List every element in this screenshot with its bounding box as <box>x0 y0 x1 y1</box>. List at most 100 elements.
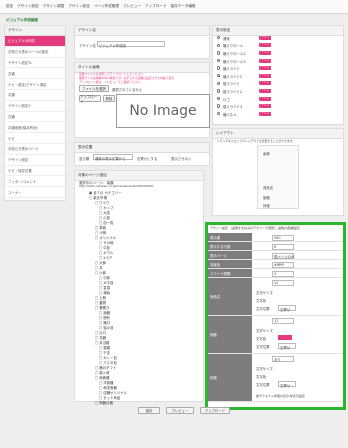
display-option-label: 縦スライド <box>223 82 240 87</box>
detail-row-input[interactable]: 6 <box>272 243 294 250</box>
detail-row: 商品名 12 文字サイズ 文字色 文字位置 左寄せ <box>208 278 343 316</box>
text-style-select[interactable]: 左寄せ <box>278 381 296 388</box>
sidebar-item[interactable]: コーナー <box>5 187 65 198</box>
text-style-value: 左寄せ <box>280 345 291 350</box>
category-tree[interactable]: ▣ 全ての カテゴリー □ 楽天市場 □ ウツワ □ カップ □ 大皿 □ 小皿 □ 皿一覧… <box>89 191 127 406</box>
sidebar-item[interactable]: デザイン設定TL <box>5 58 65 69</box>
text-style-value: 左寄せ <box>280 383 291 388</box>
detail-row-input[interactable]: #ffffff <box>272 261 294 268</box>
layout-block[interactable]: 画像 <box>263 151 270 156</box>
nav-item[interactable]: デザイン設定 <box>68 4 90 9</box>
preview-tag[interactable]: プレビュー <box>259 111 271 118</box>
nav-item[interactable]: アップロード <box>145 4 167 9</box>
preview-tag[interactable]: プレビュー <box>259 80 271 87</box>
right-align-check[interactable]: 右寄せにする <box>137 156 157 161</box>
preview-button[interactable]: プレビュー <box>166 407 194 414</box>
display-option-radio[interactable] <box>217 66 221 70</box>
preview-tag[interactable]: プレビュー <box>259 103 271 110</box>
nav-item[interactable]: デザイン調整 <box>43 4 65 9</box>
panel-header: 表示設定 <box>213 26 343 36</box>
detail-row-value: 12 <box>274 281 279 286</box>
display-option-radio[interactable] <box>217 112 221 116</box>
price-color-swatch[interactable] <box>278 335 292 340</box>
detail-header: デザイン設定 (画像をお好みのデザインで調整し 画像の各種設定) <box>210 226 301 230</box>
sidebar-item[interactable]: お知らせ表示ページの設定 <box>5 47 65 58</box>
detail-row-input[interactable]: 5 <box>272 270 294 277</box>
design-name-label: デザイン名 <box>79 44 96 48</box>
display-position-panel: 表示位置 並び順 通常の表示位置から 右寄せにする 表示させない <box>74 142 210 166</box>
display-option-radio[interactable] <box>217 51 221 55</box>
sidebar-item[interactable]: 共通参照(保存有効) <box>5 122 65 134</box>
display-option-radio[interactable] <box>217 96 221 101</box>
sidebar-item[interactable]: フッター/コメント <box>5 176 65 188</box>
design-name-input[interactable]: ビジュアル作成用 <box>97 41 165 48</box>
sidebar-item[interactable]: デザイン設定3 <box>5 101 65 112</box>
display-option-radio[interactable] <box>217 104 221 108</box>
file-select-button[interactable]: ファイルを選択 <box>79 85 109 92</box>
text-style-label: 文字位置 <box>256 345 270 349</box>
sidebar-item[interactable]: 共通 <box>5 90 65 101</box>
display-option-label: ロゴ <box>223 97 230 102</box>
preview-tag[interactable]: プレビュー <box>259 42 271 49</box>
sidebar-item[interactable]: ナビ・保存位置 <box>5 166 65 177</box>
sidebar-item[interactable]: お知らせ表示ページ <box>5 144 65 155</box>
design-name-value: ビジュアル作成用 <box>99 43 126 48</box>
preview-tag[interactable]: プレビュー <box>259 58 271 65</box>
display-option-radio[interactable] <box>217 58 221 63</box>
detail-row-input[interactable]: 12 <box>272 317 294 324</box>
preview-tag[interactable]: プレビュー <box>259 96 271 103</box>
text-style-select[interactable]: 左寄せ <box>278 305 296 312</box>
text-style-label: 文字位置 <box>256 307 270 311</box>
detail-row-value: 5 <box>274 272 277 277</box>
detail-row-input[interactable]: 現ページのみ <box>272 252 294 259</box>
sidebar-item[interactable]: 共通 <box>5 68 65 80</box>
panel-header: 表示位置 <box>75 143 209 153</box>
no-image-placeholder: No Image <box>116 94 210 128</box>
detail-row: 表示順 500 <box>208 233 343 242</box>
display-option-radio[interactable] <box>217 74 221 78</box>
sidebar-item[interactable]: デザイン設定 <box>5 155 65 166</box>
detail-row-input[interactable]: 12 <box>272 279 294 286</box>
detail-row-input[interactable]: 500 <box>272 234 294 241</box>
preview-tag[interactable]: プレビュー <box>259 73 271 80</box>
text-color-label: 文字色 <box>256 299 267 303</box>
order-select[interactable]: 通常の表示位置から <box>93 154 133 161</box>
preview-tag[interactable]: プレビュー <box>259 50 271 57</box>
tree-node[interactable]: □ 陶器の器 <box>89 401 127 406</box>
layout-block[interactable]: 価格 <box>263 195 270 200</box>
detail-row: 評価 あり 文字サイズ 文字色 文字位置 左寄せ 星やテキスト評価の表示/非表示設定 <box>208 354 343 402</box>
display-option-radio[interactable] <box>217 43 221 47</box>
preview-tag[interactable]: プレビュー <box>259 35 271 42</box>
detail-row-value: 6 <box>274 245 277 250</box>
preview-tag[interactable]: プレビュー <box>259 65 271 72</box>
detail-row-label: スライド間隔 <box>208 269 252 277</box>
image-note: アップロード後は、プレビューでご確認ください。 <box>79 80 144 84</box>
display-settings-panel: 表示設定 通常 プレビュー 横スクロール プレビュー 横スクロール2 プレビュー 横スクロー… <box>212 25 344 125</box>
sidebar-item[interactable]: ビジュアルの作成 <box>5 36 65 47</box>
upload-image-button[interactable]: アップロード <box>79 95 101 104</box>
sidebar-item[interactable]: 共通 <box>5 112 65 123</box>
nav-item[interactable]: デザイン設定 <box>17 4 39 9</box>
sidebar-item[interactable]: ナビ <box>5 133 65 144</box>
nav-item[interactable]: 設定 <box>6 4 13 9</box>
detail-row-input[interactable]: あり <box>272 355 294 362</box>
nav-item[interactable]: 保存データ編集 <box>171 4 196 9</box>
display-option-label: 横スクロール <box>223 44 244 49</box>
upload-button[interactable]: アップロード <box>200 407 230 414</box>
detail-row-label: 表示ページ <box>208 251 252 259</box>
display-option-radio[interactable] <box>217 81 221 85</box>
display-option-radio[interactable] <box>217 89 221 93</box>
hide-check[interactable]: 表示させない <box>171 156 191 161</box>
nav-item[interactable]: ページ作成管理 <box>94 4 119 9</box>
preview-tag[interactable]: プレビュー <box>259 88 271 95</box>
detail-row-value: 12 <box>274 319 279 324</box>
display-option-radio[interactable] <box>217 36 221 40</box>
save-button[interactable]: 保存 <box>138 407 160 414</box>
layout-block[interactable]: 評価 <box>263 203 270 208</box>
sidebar-item[interactable]: ナビ・設定/デザイン項目 <box>5 79 65 90</box>
nav-item[interactable]: プレビュー <box>123 4 141 9</box>
order-label: 並び順 <box>79 157 90 161</box>
text-style-select[interactable]: 左寄せ <box>278 343 296 350</box>
layout-block[interactable]: 商品名 <box>263 185 273 190</box>
delete-image-button[interactable]: 削除 <box>103 95 115 102</box>
